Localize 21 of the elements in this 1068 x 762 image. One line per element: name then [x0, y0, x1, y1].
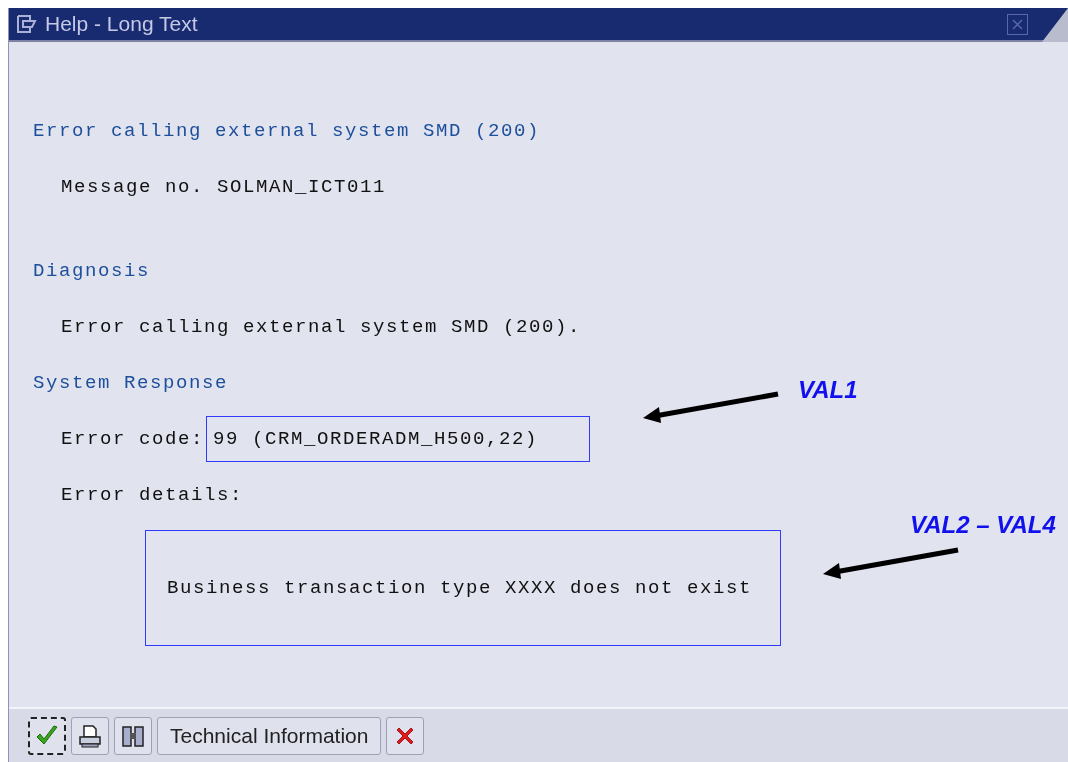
annotation-label: VAL2 – VAL4: [910, 510, 1056, 540]
print-button[interactable]: [71, 716, 109, 755]
body-text: Message no. SOLMAN_ICT011: [61, 174, 387, 200]
body-text: Error calling external system SMD (200).: [61, 314, 582, 340]
section-heading: Diagnosis: [33, 258, 151, 284]
find-button[interactable]: [114, 716, 152, 755]
section-heading: Error calling external system SMD (200): [33, 118, 541, 144]
field-label: Error code:: [61, 426, 205, 452]
technical-information-button[interactable]: Technical Information: [157, 716, 382, 755]
close-button[interactable]: [1007, 13, 1028, 35]
cancel-button[interactable]: [386, 716, 425, 755]
error-details-box: Business transaction type XXXX does not exist: [145, 530, 781, 646]
body-text: Error details:: [61, 482, 244, 508]
window-title: Help - Long Text: [45, 11, 198, 38]
printer-icon: [77, 722, 103, 749]
section-heading: System Response: [33, 370, 229, 396]
error-code-field: 99 (CRM_ORDERADM_H500,22): [206, 416, 591, 462]
corner-drawing: [1042, 8, 1068, 42]
check-button[interactable]: [28, 716, 66, 755]
close-icon: [1011, 17, 1024, 31]
annotation-label: VAL1: [798, 375, 858, 405]
